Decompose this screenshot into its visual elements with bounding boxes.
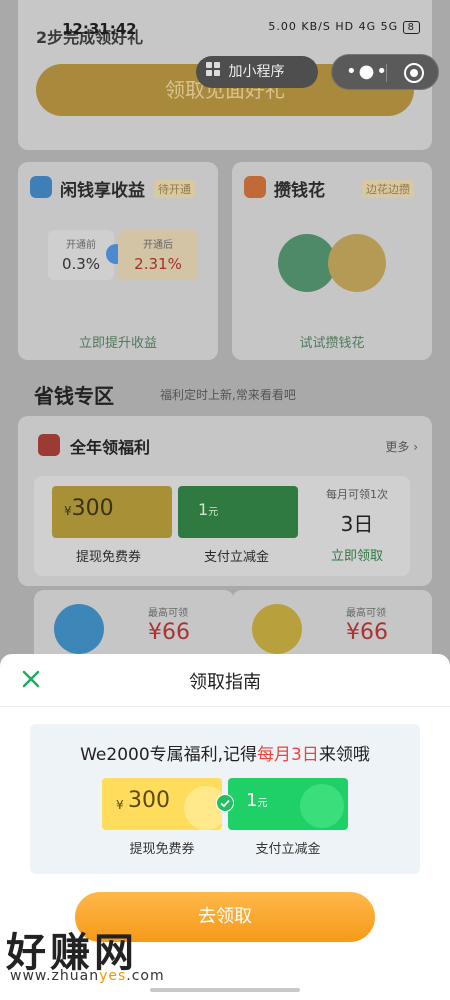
withdraw-coupon-label: 提现免费券 — [76, 550, 142, 565]
max-claim-value: ¥66 — [148, 620, 190, 645]
status-time: 12:31:42 — [62, 20, 137, 38]
piggy-illustration-icon — [328, 234, 386, 292]
withdraw-coupon-amount: 300 — [71, 496, 114, 521]
payment-discount-coupon: 1元 — [228, 778, 348, 830]
rate-after: 开通后 2.31% — [118, 230, 198, 280]
add-mini-program-pill[interactable]: 加小程序 — [196, 56, 318, 88]
rate-before-label: 开通前 — [66, 240, 96, 251]
max-claim-label: 最高可领 — [346, 608, 386, 619]
try-save-spend-link[interactable]: 试试攒钱花 — [232, 332, 432, 351]
monthly-text: 每月可领1次 — [326, 488, 388, 501]
watermark-url-suffix: .com — [126, 968, 165, 984]
payment-coupon-caption: 支付立减金 — [255, 842, 321, 857]
eleme-logo-icon — [54, 604, 104, 654]
annual-benefits-card: 全年领福利 更多 › ¥300 1元 提现免费券 支付立减金 每月可领1次 3日… — [18, 416, 432, 586]
more-label: 更多 — [385, 440, 410, 454]
discount-amount: 1元 — [246, 790, 267, 811]
withdraw-coupon-caption: 提现免费券 — [129, 842, 195, 857]
guide-highlight: 每月3日 — [257, 745, 319, 765]
save-spend-title: 攒钱花 — [274, 181, 325, 201]
rate-after-value: 2.31% — [134, 255, 182, 273]
idle-money-title: 闲钱享收益 — [60, 181, 145, 201]
watermark-url-highlight: yes — [99, 968, 127, 984]
rate-before: 开通前 0.3% — [48, 230, 114, 280]
section-title: 省钱专区 — [34, 384, 114, 408]
add-mini-program-label: 加小程序 — [228, 64, 285, 80]
monthly-claim-block: 每月可领1次 3日 立即领取 — [308, 486, 406, 564]
withdraw-coupon-currency: ¥ — [64, 504, 72, 518]
coupon-amount: 300 — [128, 788, 170, 813]
withdraw-fee-coupon: ¥ 300 — [102, 778, 222, 830]
status-icons: 5.00 KB/S HD 4G 5G 8 — [268, 20, 420, 34]
capsule-divider — [386, 64, 387, 82]
more-link[interactable]: 更多 › — [385, 438, 418, 455]
discount-unit: 元 — [257, 798, 268, 809]
payment-coupon-amount: 1 — [198, 500, 209, 519]
annual-benefits-title: 全年领福利 — [70, 438, 151, 457]
status-bar: 12:31:42 5.00 KB/S HD 4G 5G 8 — [0, 14, 450, 44]
grid-icon — [206, 56, 220, 88]
sheet-title: 领取指南 — [189, 672, 261, 693]
coupon-currency: ¥ — [116, 798, 124, 812]
mini-program-capsule: •●• — [331, 54, 439, 90]
more-dots-icon[interactable]: •●• — [346, 62, 389, 82]
max-claim-label: 最高可领 — [148, 608, 188, 619]
claim-day: 3日 — [340, 512, 374, 536]
yield-icon — [30, 176, 52, 198]
idle-money-card[interactable]: 闲钱享收益 待开通 开通前 0.3% 开通后 2.31% 立即提升收益 — [18, 162, 218, 360]
boost-yield-link[interactable]: 立即提升收益 — [18, 332, 218, 351]
guide-prefix: We2000专属福利,记得 — [80, 745, 258, 765]
payment-coupon-bg: 1元 — [178, 486, 298, 538]
wechat-pay-icon — [216, 794, 234, 812]
meituan-mascot-icon — [252, 604, 302, 654]
rate-after-label: 开通后 — [143, 240, 173, 251]
save-spend-card[interactable]: 攒钱花 边花边攒 试试攒钱花 — [232, 162, 432, 360]
calendar-icon — [38, 434, 60, 456]
piggy-bank-icon — [244, 176, 266, 198]
guide-suffix: 来领哦 — [318, 745, 370, 765]
claim-now-link[interactable]: 立即领取 — [308, 545, 406, 564]
battery-icon: 8 — [402, 21, 420, 34]
idle-money-tag: 待开通 — [154, 180, 195, 198]
network-speed: 5.00 KB/S — [268, 20, 331, 33]
guide-box: We2000专属福利,记得每月3日来领哦 ¥ 300 1元 提现免费券 支付立减… — [30, 724, 420, 874]
section-subtitle: 福利定时上新,常来看看吧 — [160, 388, 296, 402]
claim-guide-sheet: 领取指南 We2000专属福利,记得每月3日来领哦 ¥ 300 1元 提现免费券… — [0, 654, 450, 1000]
home-indicator[interactable] — [150, 988, 300, 992]
save-spend-tag: 边花边攒 — [362, 180, 414, 198]
sheet-divider — [0, 706, 450, 707]
watermark-url-prefix: www.zhuan — [10, 968, 100, 984]
rate-before-value: 0.3% — [61, 255, 101, 273]
guide-text: We2000专属福利,记得每月3日来领哦 — [30, 740, 420, 765]
withdraw-coupon-bg: ¥300 — [52, 486, 172, 538]
payment-coupon-unit: 元 — [208, 507, 219, 518]
close-target-icon[interactable] — [404, 63, 424, 83]
check-circle-icon — [300, 784, 344, 828]
max-claim-value: ¥66 — [346, 620, 388, 645]
signal-icons: HD 4G 5G — [335, 20, 399, 33]
payment-coupon-label: 支付立减金 — [204, 550, 270, 565]
watermark-url: www.zhuanyes.com — [10, 968, 165, 984]
discount-amount-value: 1 — [246, 790, 258, 811]
